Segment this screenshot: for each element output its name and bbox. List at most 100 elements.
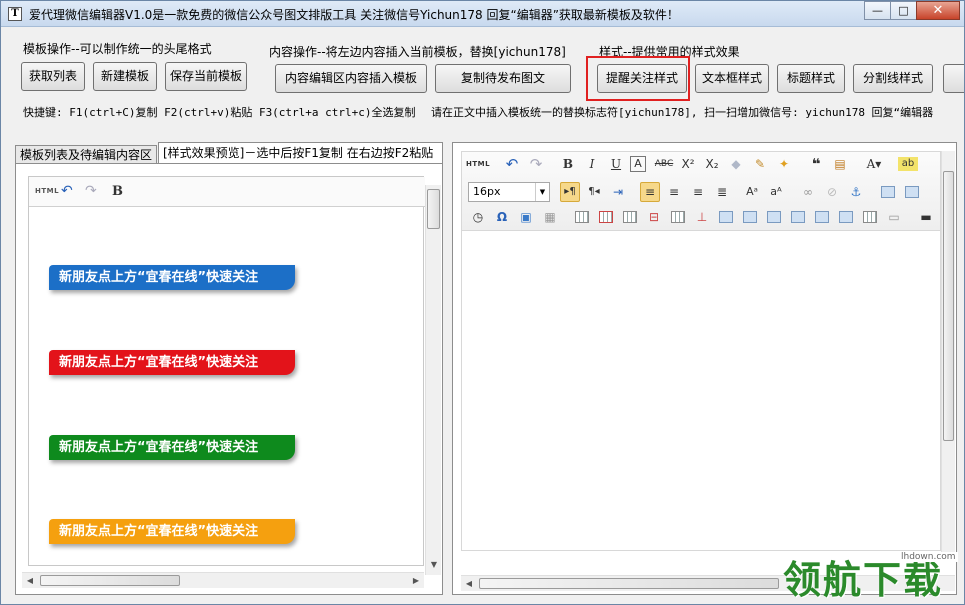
- scroll-left-arrow-icon[interactable]: ◀: [461, 576, 477, 592]
- delete-col-icon[interactable]: ⊥: [692, 207, 712, 227]
- strikethrough-icon[interactable]: ABC: [654, 154, 674, 174]
- minimize-button[interactable]: —: [864, 1, 891, 20]
- new-template-button[interactable]: 新建模板: [93, 62, 157, 91]
- font-border-icon[interactable]: A: [630, 156, 646, 172]
- undo-icon[interactable]: ↶: [61, 183, 73, 199]
- delete-row-icon[interactable]: ⊟: [644, 207, 664, 227]
- insert-frame-icon[interactable]: ▦: [540, 207, 560, 227]
- watermark-url: lhdown.com: [899, 552, 958, 562]
- superscript-icon[interactable]: X²: [678, 154, 698, 174]
- follow-banner-red[interactable]: 新朋友点上方“宜春在线”快速关注: [49, 350, 295, 375]
- editor-hscroll-thumb[interactable]: [479, 578, 779, 589]
- font-size-value: 16px: [473, 185, 501, 198]
- watermark-logo: 领航下载: [783, 558, 944, 602]
- preview-horizontal-scrollbar[interactable]: ◀ ▶: [22, 572, 424, 588]
- tab-style-preview[interactable]: [样式效果预览]－选中后按F1复制 在右边按F2粘贴: [158, 142, 443, 164]
- split-cells-icon[interactable]: [788, 207, 808, 227]
- eraser-icon[interactable]: ◆: [726, 154, 746, 174]
- font-color-icon[interactable]: A▾: [864, 154, 884, 174]
- background-color-icon[interactable]: ab: [898, 157, 918, 171]
- editor-vertical-scrollbar[interactable]: [941, 151, 955, 561]
- special-char-icon[interactable]: Ω: [492, 207, 512, 227]
- format-brush-icon[interactable]: ✎: [750, 154, 770, 174]
- preview-vertical-scrollbar[interactable]: ▼: [425, 185, 441, 575]
- close-icon: ✕: [932, 3, 944, 18]
- align-left-icon[interactable]: ≡: [640, 182, 660, 202]
- insert-row-before-icon[interactable]: [620, 207, 640, 227]
- uppercase-icon[interactable]: Aᵃ: [742, 182, 762, 202]
- follow-banner-orange[interactable]: 新朋友点上方“宜春在线”快速关注: [49, 519, 295, 544]
- insert-col-icon[interactable]: [668, 207, 688, 227]
- save-template-button[interactable]: 保存当前模板: [165, 62, 247, 91]
- insert-image-icon[interactable]: ▣: [516, 207, 536, 227]
- preview-hscroll-thumb[interactable]: [40, 575, 180, 586]
- follow-banner-green[interactable]: 新朋友点上方“宜春在线”快速关注: [49, 435, 295, 460]
- template-group-label: 模板操作--可以制作统一的头尾格式: [23, 42, 212, 56]
- tab-template-list[interactable]: 模板列表及待编辑内容区: [15, 145, 157, 164]
- source-html-icon[interactable]: HTML: [466, 154, 490, 174]
- time-icon[interactable]: ◷: [468, 207, 488, 227]
- divider-style-button[interactable]: 分割线样式: [853, 64, 933, 93]
- content-editor-panel: HTML ↶ ↷ B I U A ABC X² X₂ ◆ ✎ ✦ ❝ ▤ A▾ …: [452, 142, 957, 595]
- more-style-button[interactable]: [943, 64, 964, 93]
- maximize-button[interactable]: □: [890, 1, 917, 20]
- align-right-icon[interactable]: ≡: [688, 182, 708, 202]
- merge-right-icon[interactable]: [740, 207, 760, 227]
- magic-wand-icon[interactable]: ✦: [774, 154, 794, 174]
- site-watermark: 领航下载 lhdown.com: [783, 552, 963, 603]
- title-style-button[interactable]: 标题样式: [777, 64, 845, 93]
- insert-table-icon[interactable]: [572, 207, 592, 227]
- toolbar-row-1: HTML ↶ ↷ B I U A ABC X² X₂ ◆ ✎ ✦ ❝ ▤ A▾ …: [462, 154, 942, 178]
- marker-hint: 请在正文中插入模板统一的替换标志符[yichun178], 扫一扫增加微信号: …: [431, 106, 934, 119]
- paste-plain-icon[interactable]: ▤: [830, 154, 850, 174]
- merge-cells-icon[interactable]: [716, 207, 736, 227]
- follow-banner-blue[interactable]: 新朋友点上方“宜春在线”快速关注: [49, 265, 295, 290]
- image-left-icon[interactable]: [878, 182, 898, 202]
- split-rows-icon[interactable]: [812, 207, 832, 227]
- indent-icon[interactable]: ⇥: [608, 182, 628, 202]
- rtl-direction-icon[interactable]: ¶◂: [584, 182, 604, 202]
- table-props-icon[interactable]: [860, 207, 880, 227]
- redo-icon[interactable]: ↷: [85, 183, 97, 199]
- italic-icon[interactable]: I: [582, 154, 602, 174]
- preview-editor: HTML ↶ ↷ B 新朋友点上方“宜春在线”快速关注 新朋友点上方“宜春在线”…: [28, 176, 441, 575]
- redo-icon[interactable]: ↷: [526, 154, 546, 174]
- undo-icon[interactable]: ↶: [502, 154, 522, 174]
- align-justify-icon[interactable]: ≣: [712, 182, 732, 202]
- editor-toolbar: HTML ↶ ↷ B I U A ABC X² X₂ ◆ ✎ ✦ ❝ ▤ A▾ …: [461, 151, 941, 231]
- underline-icon[interactable]: U: [606, 154, 626, 174]
- scroll-right-arrow-icon[interactable]: ▶: [408, 573, 424, 589]
- selected-button-highlight: [586, 56, 690, 101]
- merge-down-icon[interactable]: [764, 207, 784, 227]
- textbox-style-button[interactable]: 文本框样式: [695, 64, 769, 93]
- scroll-left-arrow-icon[interactable]: ◀: [22, 573, 38, 589]
- blockquote-icon[interactable]: ❝: [806, 154, 826, 174]
- image-right-icon[interactable]: [902, 182, 922, 202]
- window-title: 爱代理微信编辑器V1.0是一款免费的微信公众号图文排版工具 关注微信号Yichu…: [29, 8, 679, 22]
- lowercase-icon[interactable]: aᴬ: [766, 182, 786, 202]
- delete-table-icon[interactable]: [596, 207, 616, 227]
- close-button[interactable]: ✕: [916, 1, 960, 20]
- subscript-icon[interactable]: X₂: [702, 154, 722, 174]
- align-center-icon[interactable]: ≡: [664, 182, 684, 202]
- get-list-button[interactable]: 获取列表: [21, 62, 85, 91]
- bold-icon[interactable]: B: [112, 184, 123, 199]
- print-icon[interactable]: ▬: [916, 207, 936, 227]
- split-cols-icon[interactable]: [836, 207, 856, 227]
- copy-article-button[interactable]: 复制待发布图文: [435, 64, 571, 93]
- html-icon[interactable]: HTML: [35, 187, 59, 195]
- scroll-down-arrow-icon[interactable]: ▼: [426, 557, 442, 573]
- link-icon[interactable]: ∞: [798, 182, 818, 202]
- ltr-direction-icon[interactable]: ▸¶: [560, 182, 580, 202]
- bold-icon[interactable]: B: [558, 154, 578, 174]
- clear-doc-icon[interactable]: ▭: [884, 207, 904, 227]
- font-size-select[interactable]: 16px ▼: [468, 182, 550, 202]
- shortcut-hint: 快捷键: F1(ctrl+C)复制 F2(ctrl+v)粘贴 F3(ctrl+a…: [23, 106, 416, 119]
- anchor-icon[interactable]: ⚓: [846, 182, 866, 202]
- content-edit-area[interactable]: [461, 231, 941, 551]
- minimize-icon: —: [872, 4, 883, 17]
- unlink-icon[interactable]: ⊘: [822, 182, 842, 202]
- insert-into-template-button[interactable]: 内容编辑区内容插入模板: [275, 64, 427, 93]
- editor-scroll-thumb[interactable]: [943, 171, 954, 441]
- preview-scroll-thumb[interactable]: [427, 189, 440, 229]
